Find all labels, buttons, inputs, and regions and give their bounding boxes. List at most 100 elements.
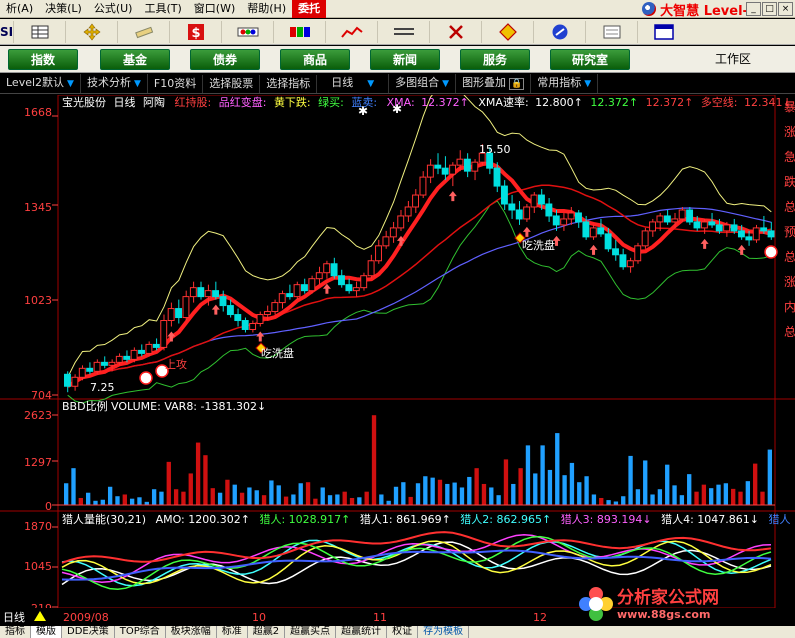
candle-body xyxy=(530,194,538,208)
dropdown-icon[interactable]: ▼ xyxy=(134,79,141,89)
volume-bar xyxy=(64,483,69,505)
flower-logo-icon xyxy=(579,587,613,621)
tab-select-stock[interactable]: 选择股票 xyxy=(203,74,261,93)
stock-chart[interactable]: ✱ ✱ 宝光股份 日线 阿陶 红持股: 品红变盘: 黄下跌: 绿买: 蓝卖: XM… xyxy=(0,95,795,626)
btab-dde[interactable]: DDE决策 xyxy=(62,626,115,638)
btab-save-template[interactable]: 存为模板 xyxy=(418,626,470,638)
volume-bar xyxy=(533,473,538,505)
volume-bar xyxy=(760,491,765,505)
news-button[interactable]: 新闻 xyxy=(370,49,440,70)
volume-bar xyxy=(562,475,567,505)
dropdown-icon[interactable]: ▼ xyxy=(442,79,449,89)
btab-template[interactable]: 模版 xyxy=(31,626,62,638)
tab-level2-default[interactable]: Level2默认 ▼ xyxy=(0,74,81,93)
volume-bar xyxy=(159,491,164,505)
pencil-icon[interactable] xyxy=(118,20,170,43)
volume-bar xyxy=(342,491,347,505)
window-icon[interactable] xyxy=(638,21,690,43)
side-label: 总 xyxy=(784,325,795,339)
diamond-icon[interactable] xyxy=(482,20,534,43)
volume-bar xyxy=(408,496,413,505)
fund-button[interactable]: 基金 xyxy=(100,49,170,70)
volume-bar xyxy=(203,455,208,505)
index-button[interactable]: 指数 xyxy=(8,49,78,70)
volume-bar xyxy=(195,442,201,505)
volume-bar xyxy=(225,479,230,505)
tab-common-indicators[interactable]: 常用指标 ▼ xyxy=(531,74,599,93)
btab-indicator[interactable]: 指标 xyxy=(0,626,31,638)
btab-stats[interactable]: 超赢统计 xyxy=(336,626,388,638)
volume-bar xyxy=(657,489,663,505)
candle-body xyxy=(338,275,345,286)
close-button[interactable]: × xyxy=(778,2,793,16)
research-button[interactable]: 研究室 xyxy=(550,49,630,70)
x-label-nov: 11 xyxy=(373,611,387,624)
move-icon[interactable] xyxy=(66,20,118,43)
low-price-label: 7.25 xyxy=(90,381,115,394)
dollar-icon[interactable]: $ xyxy=(170,20,222,43)
candle-body xyxy=(412,194,419,208)
btab-standard[interactable]: 标准 xyxy=(217,626,248,638)
menu-tools[interactable]: 工具(T) xyxy=(138,0,187,18)
dropdown-icon[interactable]: ▼ xyxy=(67,79,74,89)
menu-analysis[interactable]: 析(A) xyxy=(0,0,39,18)
menu-help[interactable]: 帮助(H) xyxy=(241,0,292,18)
volume-bar xyxy=(85,492,91,505)
tab-label: 常用指标 xyxy=(537,76,582,89)
short-label: 多空线: xyxy=(701,95,738,109)
grid-icon[interactable] xyxy=(14,20,66,43)
bars-icon[interactable] xyxy=(222,20,274,43)
indicator-panel[interactable] xyxy=(61,531,772,591)
tab-f10[interactable]: F10资料 xyxy=(148,74,204,93)
icon-toolbar: SI $ xyxy=(0,19,795,45)
volume-bar xyxy=(151,489,157,505)
price-panel[interactable]: ✱ ✱ xyxy=(64,95,778,404)
dropdown-icon[interactable]: ▼ xyxy=(584,79,591,89)
tab-select-indicator[interactable]: 选择指标 xyxy=(260,74,318,93)
volume-bar xyxy=(261,495,267,505)
volume-bar xyxy=(166,461,171,505)
bond-button[interactable]: 债券 xyxy=(190,49,260,70)
circle-icon[interactable] xyxy=(534,20,586,43)
btab-buy-points[interactable]: 超赢买点 xyxy=(285,626,337,638)
x-icon[interactable] xyxy=(430,20,482,43)
volume-bar xyxy=(687,474,692,505)
service-button[interactable]: 服务 xyxy=(460,49,530,70)
menu-window[interactable]: 窗口(W) xyxy=(188,0,241,18)
maximize-button[interactable]: □ xyxy=(762,2,777,16)
tab-technical[interactable]: 技术分析 ▼ xyxy=(81,74,148,93)
volume-panel[interactable] xyxy=(58,415,775,506)
xma-value: 12.372↑ xyxy=(421,96,469,109)
candle-body xyxy=(101,361,108,366)
tab-overlay[interactable]: 图形叠加 🔒 xyxy=(456,74,532,93)
lines-icon[interactable] xyxy=(378,20,430,43)
tab-multi-chart[interactable]: 多图组合 ▼ xyxy=(389,74,457,93)
chart-icon[interactable] xyxy=(326,20,378,43)
commodity-button[interactable]: 商品 xyxy=(280,49,350,70)
btab-chaoying2[interactable]: 超赢2 xyxy=(248,626,286,638)
volume-bar xyxy=(555,433,560,505)
btab-sector[interactable]: 板块涨幅 xyxy=(166,626,217,638)
doc-icon[interactable] xyxy=(586,20,638,43)
xma-rate-value: 12.800↑ xyxy=(535,96,583,109)
lock-icon[interactable]: 🔒 xyxy=(509,78,525,90)
indicator-tick-mid: 1045 xyxy=(24,560,52,573)
btab-top[interactable]: TOP综合 xyxy=(115,626,166,638)
hunter-value: 猎人: 1028.917↑ xyxy=(259,512,350,526)
volume-bar xyxy=(364,491,369,505)
work-zone-label[interactable]: 工作区 xyxy=(715,50,751,67)
si-icon[interactable]: SI xyxy=(0,20,14,43)
dropdown-icon[interactable]: ▼ xyxy=(367,79,374,89)
btab-warrant[interactable]: 权证 xyxy=(387,626,419,638)
candle-body xyxy=(182,296,190,319)
flags-icon[interactable] xyxy=(274,20,326,43)
volume-bar xyxy=(129,498,135,505)
menu-decision[interactable]: 决策(L) xyxy=(39,0,88,18)
minimize-button[interactable]: _ xyxy=(746,2,761,16)
menu-trade[interactable]: 委托 xyxy=(292,0,327,18)
menu-formula[interactable]: 公式(U) xyxy=(88,0,139,18)
volume-bar xyxy=(320,487,325,505)
tab-daily[interactable]: 日线 ▼ xyxy=(317,74,390,93)
candle-body xyxy=(745,236,753,241)
candle-body xyxy=(93,361,101,372)
